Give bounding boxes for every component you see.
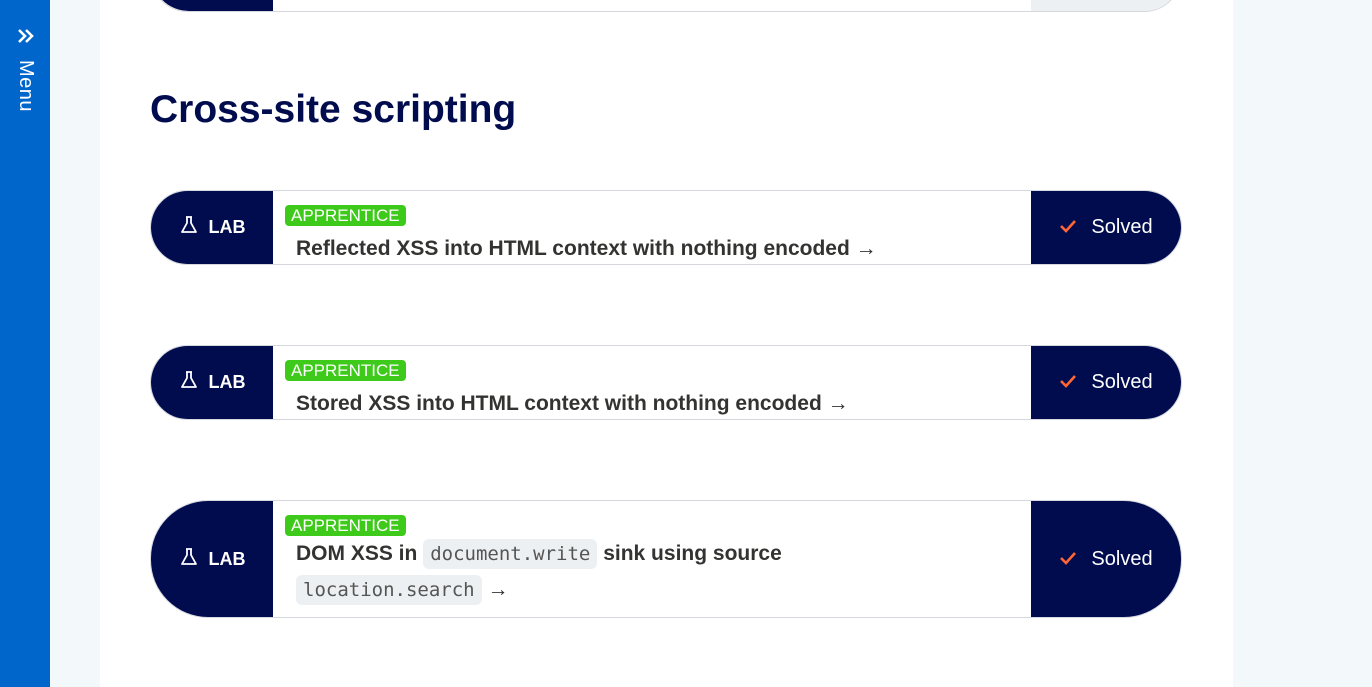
level-badge: APPRENTICE — [285, 515, 406, 536]
lab-badge-label: LAB — [208, 372, 246, 392]
level-badge: APPRENTICE — [285, 360, 406, 381]
flask-icon — [179, 215, 199, 240]
main-content: Cross-site scripting LAB APPRENTICE Refl… — [100, 0, 1233, 687]
previous-lab-card — [150, 0, 1182, 12]
status-label: Solved — [1091, 547, 1153, 570]
lab-body: APPRENTICE DOM XSS in document.write sin… — [273, 501, 1031, 617]
status-solved: Solved — [1031, 191, 1181, 264]
lab-badge: LAB — [151, 191, 273, 264]
flask-icon — [179, 370, 199, 395]
arrow-right-icon: → — [855, 237, 877, 260]
lab-body: APPRENTICE Reflected XSS into HTML conte… — [273, 191, 1031, 264]
lab-card[interactable]: LAB APPRENTICE Reflected XSS into HTML c… — [150, 190, 1182, 265]
double-chevron-right-icon[interactable] — [16, 26, 36, 46]
arrow-right-icon: → — [487, 578, 509, 601]
lab-body: APPRENTICE Stored XSS into HTML context … — [273, 346, 1031, 419]
lab-title-text: Stored XSS into HTML context with nothin… — [296, 392, 822, 415]
flask-icon — [179, 547, 199, 572]
lab-title-link[interactable]: DOM XSS in document.write sink using sou… — [296, 536, 1011, 608]
check-icon — [1059, 216, 1077, 239]
arrow-right-icon: → — [827, 392, 849, 415]
lab-title-link[interactable]: Stored XSS into HTML context with nothin… — [296, 387, 1011, 419]
status-label: Solved — [1091, 216, 1153, 238]
lab-badge: LAB — [151, 346, 273, 419]
sidebar-menu[interactable]: Menu — [0, 0, 50, 687]
lab-badge: LAB — [151, 501, 273, 617]
code-snippet: document.write — [423, 539, 598, 569]
menu-label: Menu — [15, 60, 37, 113]
previous-lab-badge — [151, 0, 273, 11]
level-badge: APPRENTICE — [285, 205, 406, 226]
lab-title-text: Reflected XSS into HTML context with not… — [296, 237, 850, 260]
check-icon — [1059, 371, 1077, 394]
previous-lab-status — [1031, 0, 1181, 11]
lab-title-link[interactable]: Reflected XSS into HTML context with not… — [296, 232, 1011, 264]
status-label: Solved — [1091, 371, 1153, 393]
lab-card[interactable]: LAB APPRENTICE DOM XSS in document.write… — [150, 500, 1182, 618]
status-solved: Solved — [1031, 501, 1181, 617]
lab-card[interactable]: LAB APPRENTICE Stored XSS into HTML cont… — [150, 345, 1182, 420]
section-title: Cross-site scripting — [150, 88, 517, 131]
lab-title-text: sink using source — [603, 542, 782, 565]
lab-badge-label: LAB — [208, 217, 246, 237]
lab-title-text: DOM XSS in — [296, 542, 418, 565]
check-icon — [1059, 548, 1077, 571]
code-snippet: location.search — [296, 575, 482, 605]
lab-badge-label: LAB — [208, 548, 246, 569]
status-solved: Solved — [1031, 346, 1181, 419]
